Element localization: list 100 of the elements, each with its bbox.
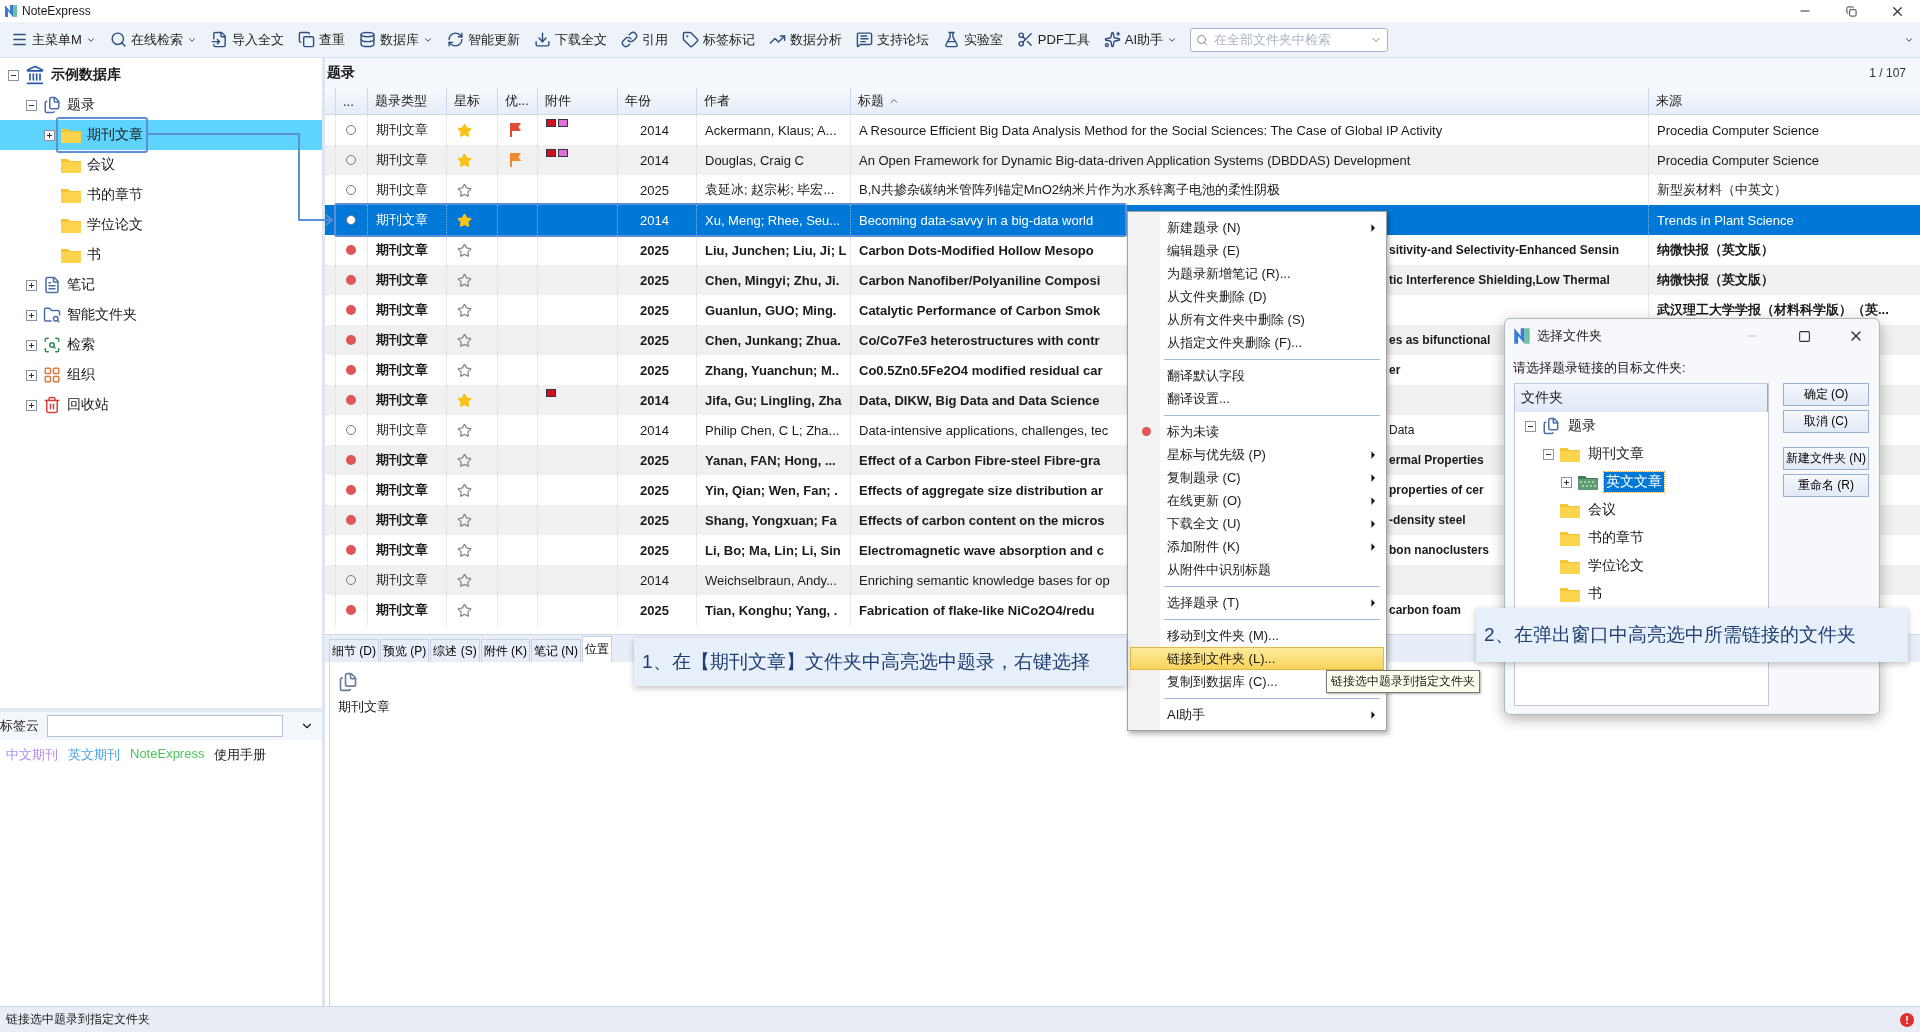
- tag-input-field[interactable]: [47, 715, 283, 737]
- expand-toggle[interactable]: [26, 339, 37, 351]
- column-header[interactable]: ...: [335, 88, 367, 114]
- toolbar-button[interactable]: 数据库: [353, 26, 438, 53]
- star-icon[interactable]: [457, 452, 472, 468]
- tab[interactable]: 细节 (D): [329, 639, 379, 662]
- menu-item[interactable]: 标为未读: [1130, 420, 1384, 443]
- column-header[interactable]: 作者: [696, 88, 850, 114]
- toolbar-button[interactable]: 标签标记: [676, 26, 760, 53]
- star-icon[interactable]: [457, 242, 472, 258]
- unread-dot[interactable]: [346, 395, 356, 405]
- toolbar-button[interactable]: 引用: [615, 26, 673, 53]
- star-icon[interactable]: [457, 542, 472, 558]
- star-icon[interactable]: [457, 512, 472, 528]
- collapse-toggle[interactable]: [8, 69, 19, 81]
- column-header[interactable]: 来源: [1648, 88, 1901, 114]
- expand-toggle[interactable]: [26, 399, 37, 411]
- star-icon[interactable]: [457, 302, 472, 318]
- tree-item[interactable]: 组织: [0, 360, 322, 390]
- unread-dot[interactable]: [346, 275, 356, 285]
- attachment-marker[interactable]: [558, 149, 568, 157]
- maximize-icon[interactable]: [1797, 329, 1811, 343]
- star-icon[interactable]: [457, 272, 472, 288]
- toolbar-button[interactable]: 在线检索: [104, 26, 202, 53]
- unread-dot[interactable]: [346, 605, 356, 615]
- tree-item[interactable]: 智能文件夹: [0, 300, 322, 330]
- tree-item[interactable]: 示例数据库: [0, 60, 322, 90]
- star-icon[interactable]: [457, 482, 472, 498]
- menu-item[interactable]: AI助手: [1130, 703, 1384, 726]
- attachment-marker[interactable]: [558, 119, 568, 127]
- toolbar-button[interactable]: AI助手: [1098, 26, 1183, 53]
- unread-dot[interactable]: [346, 365, 356, 375]
- column-header[interactable]: 题录类型: [367, 88, 446, 114]
- star-icon[interactable]: [457, 182, 472, 198]
- menu-item[interactable]: 星标与优先级 (P): [1130, 443, 1384, 466]
- tab[interactable]: 附件 (K): [480, 639, 531, 662]
- tab[interactable]: 位置: [582, 636, 613, 662]
- star-icon[interactable]: [457, 332, 472, 348]
- menu-item[interactable]: 添加附件 (K): [1130, 535, 1384, 558]
- menu-item[interactable]: 链接到文件夹 (L)...: [1130, 647, 1384, 670]
- toolbar-button[interactable]: 主菜单M: [6, 26, 101, 53]
- toolbar-button[interactable]: 导入全文: [205, 26, 289, 53]
- tab[interactable]: 笔记 (N): [531, 639, 582, 662]
- tree-item[interactable]: 英文文章: [1604, 472, 1664, 492]
- expand-toggle[interactable]: [26, 279, 37, 291]
- expand-toggle[interactable]: [26, 309, 37, 321]
- dialog-button[interactable]: 新建文件夹 (N): [1783, 447, 1869, 470]
- alert-icon[interactable]: [1900, 1012, 1914, 1027]
- toolbar-button[interactable]: 数据分析: [763, 26, 847, 53]
- dialog-button[interactable]: 确定 (O): [1783, 383, 1869, 406]
- unread-dot[interactable]: [346, 245, 356, 255]
- tree-item[interactable]: 书: [0, 240, 322, 270]
- toolbar-button[interactable]: 实验室: [937, 26, 1008, 53]
- search-field[interactable]: 在全部文件夹中检索: [1212, 31, 1367, 48]
- unread-dot[interactable]: [346, 485, 356, 495]
- tree-item[interactable]: 书的章节: [0, 180, 322, 210]
- tree-item[interactable]: 题录: [0, 90, 322, 120]
- column-header[interactable]: 年份: [617, 88, 696, 114]
- column-header[interactable]: 附件: [537, 88, 617, 114]
- unread-dot[interactable]: [346, 515, 356, 525]
- dialog-button[interactable]: 取消 (C): [1783, 410, 1869, 433]
- expand-toggle[interactable]: [44, 129, 55, 141]
- star-icon[interactable]: [457, 572, 472, 588]
- read-circle[interactable]: [346, 215, 356, 225]
- search-box[interactable]: 在全部文件夹中检索: [1190, 27, 1389, 52]
- tree-item[interactable]: 回收站: [0, 390, 322, 420]
- toolbar-button[interactable]: 下载全文: [528, 26, 612, 53]
- tab[interactable]: 综述 (S): [430, 639, 480, 662]
- menu-item[interactable]: 编辑题录 (E): [1130, 239, 1384, 262]
- unread-dot[interactable]: [346, 545, 356, 555]
- tree-item[interactable]: 题录: [1566, 416, 1598, 436]
- tag-link[interactable]: 使用手册: [214, 746, 267, 764]
- star-icon[interactable]: [457, 602, 472, 618]
- toolbar-button[interactable]: 支持论坛: [850, 26, 934, 53]
- column-header[interactable]: 优...: [497, 88, 537, 114]
- menu-item[interactable]: 从指定文件夹删除 (F)...: [1130, 331, 1384, 354]
- tree-item[interactable]: 会议: [0, 150, 322, 180]
- filled-star-icon[interactable]: [457, 122, 472, 138]
- expand-toggle[interactable]: [1561, 476, 1572, 488]
- attachment-marker[interactable]: [546, 149, 556, 157]
- expand-toggle[interactable]: [26, 369, 37, 381]
- restore-icon[interactable]: [1845, 5, 1857, 17]
- unread-dot[interactable]: [346, 335, 356, 345]
- collapse-toggle[interactable]: [1525, 420, 1536, 432]
- menu-item[interactable]: 翻译设置...: [1130, 387, 1384, 410]
- tab[interactable]: 预览 (P): [380, 639, 430, 662]
- star-icon[interactable]: [457, 362, 472, 378]
- toolbar-button[interactable]: PDF工具: [1011, 26, 1095, 53]
- menu-item[interactable]: 移动到文件夹 (M)...: [1130, 624, 1384, 647]
- dialog-button[interactable]: 重命名 (R): [1783, 474, 1869, 497]
- filled-star-icon[interactable]: [457, 212, 472, 228]
- tree-item[interactable]: 学位论文: [0, 210, 322, 240]
- column-header[interactable]: 标题: [850, 88, 1648, 114]
- filled-star-icon[interactable]: [457, 392, 472, 408]
- star-icon[interactable]: [457, 422, 472, 438]
- toolbar-button[interactable]: 查重: [292, 26, 350, 53]
- menu-item[interactable]: 下载全文 (U): [1130, 512, 1384, 535]
- attachment-marker[interactable]: [546, 119, 556, 127]
- tree-item[interactable]: 期刊文章: [0, 120, 322, 150]
- toolbar-button[interactable]: 智能更新: [441, 26, 525, 53]
